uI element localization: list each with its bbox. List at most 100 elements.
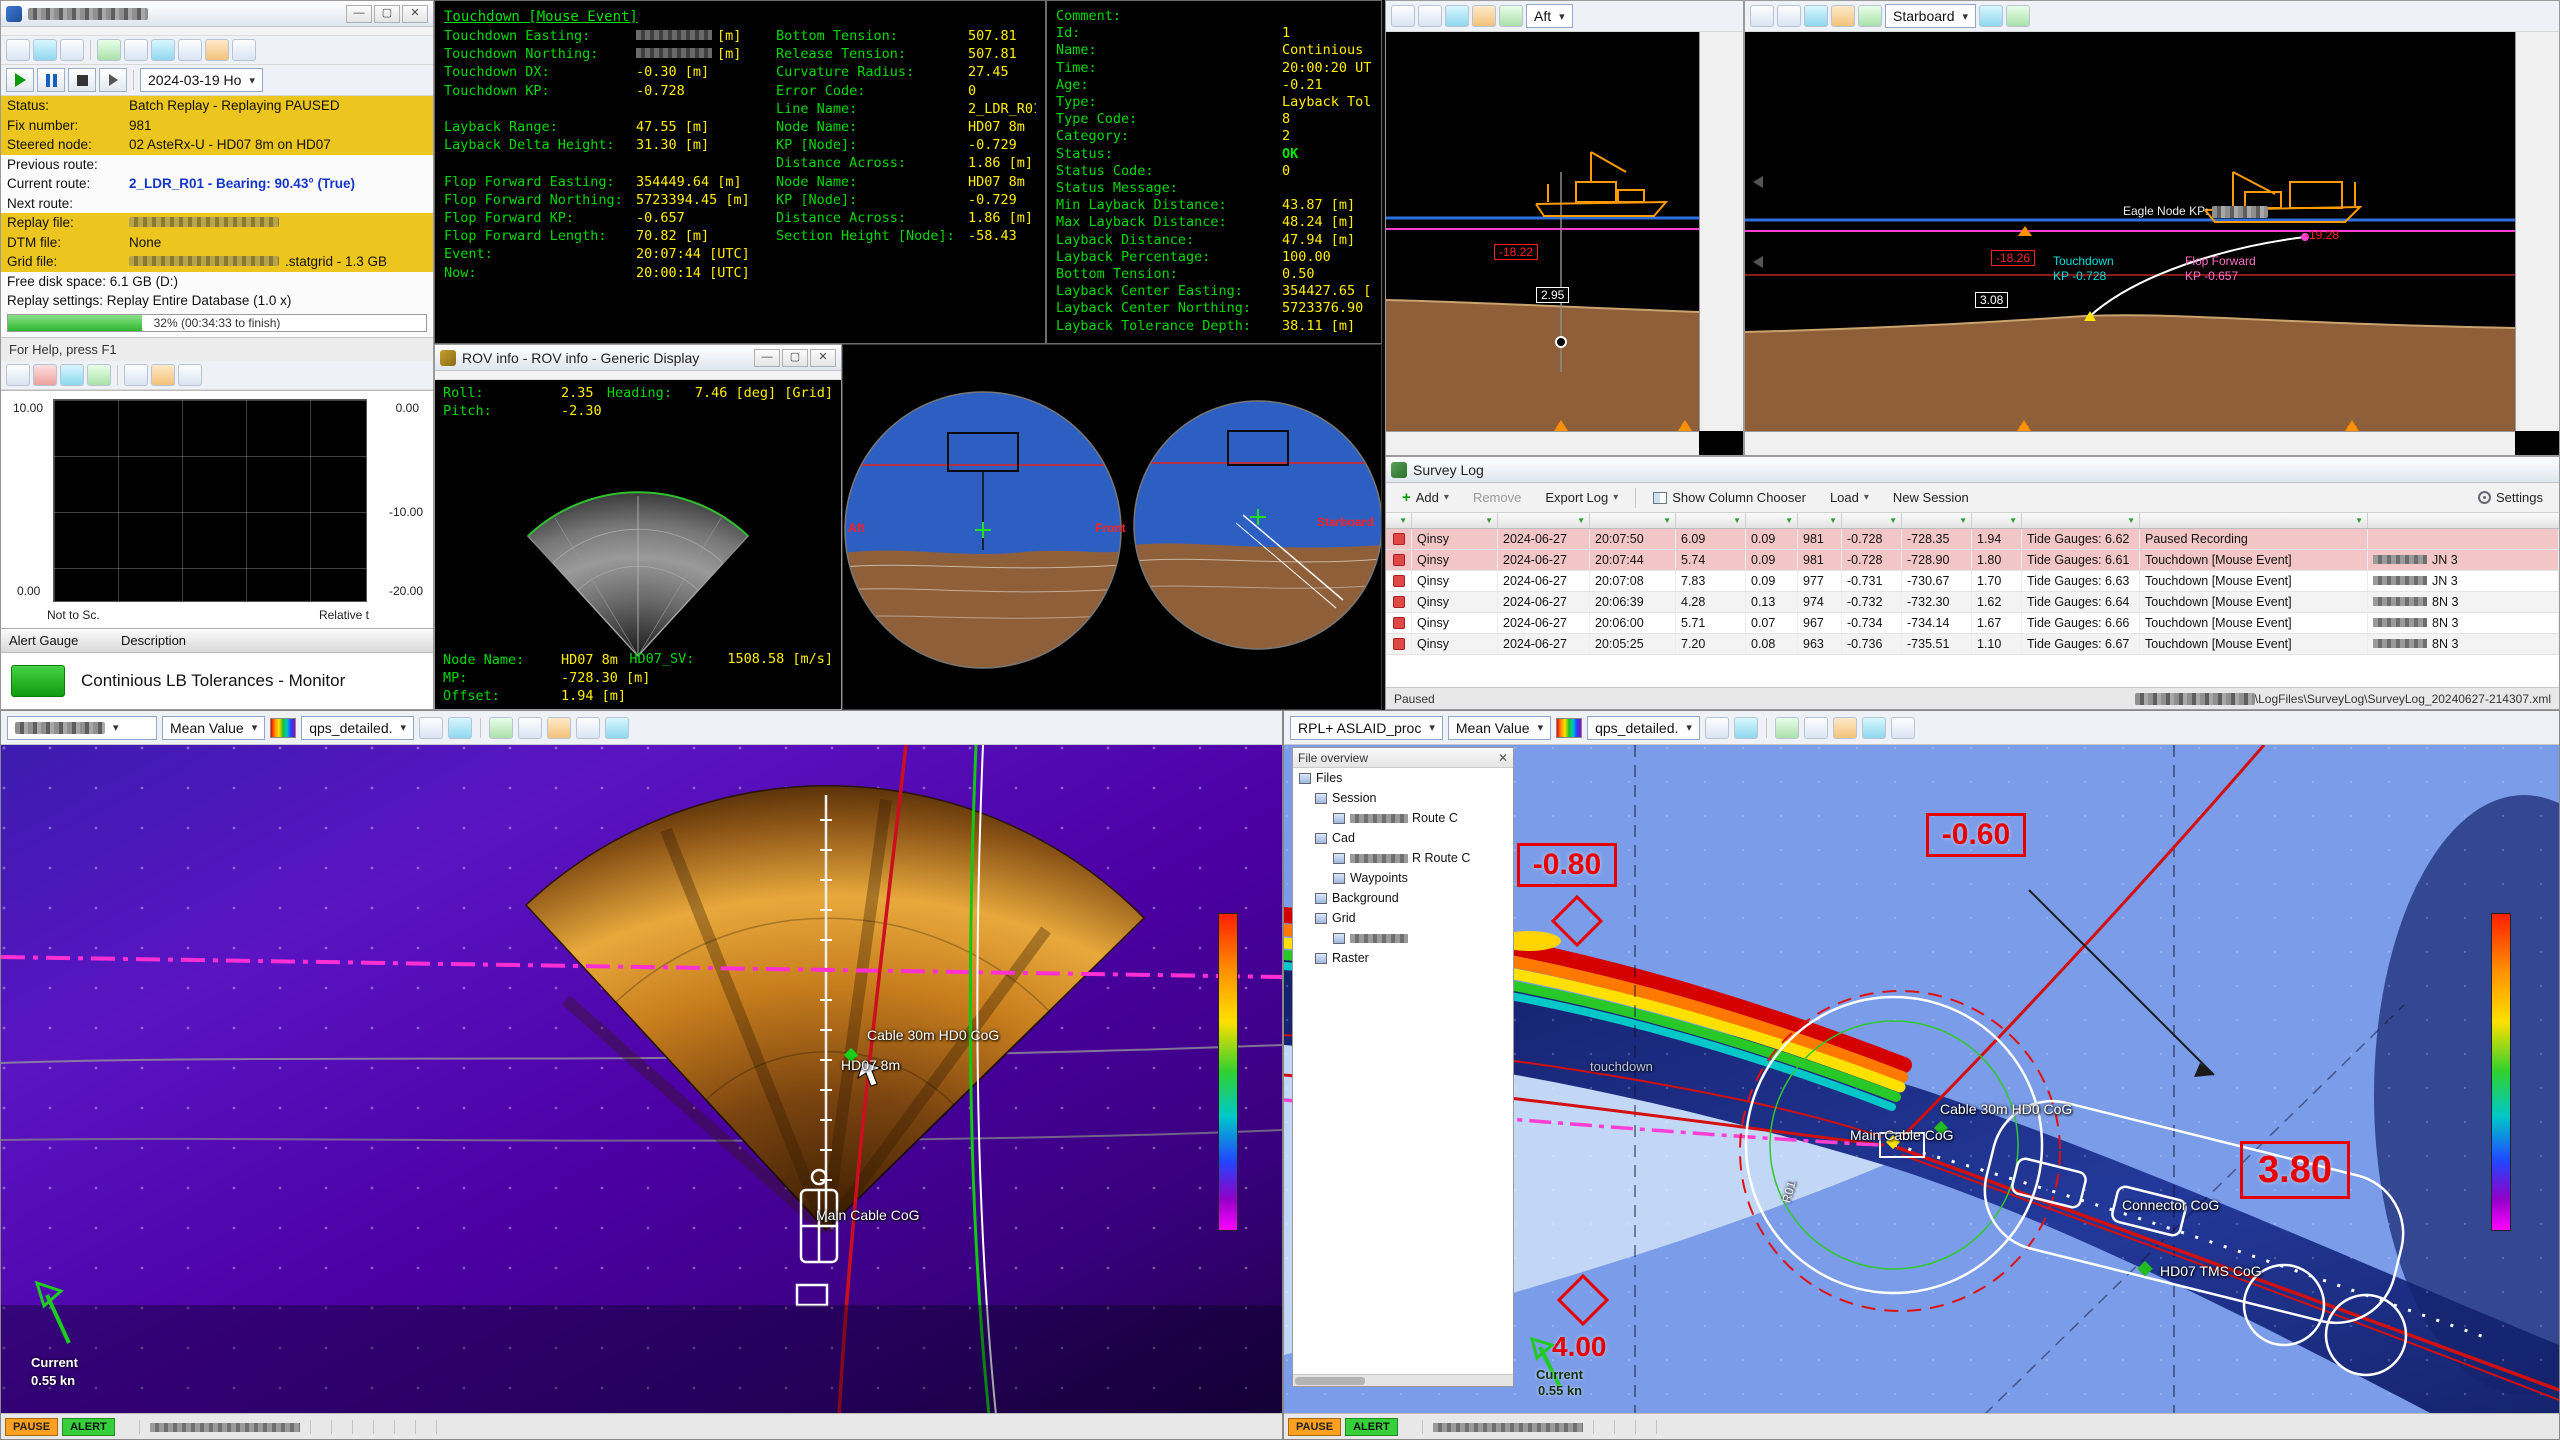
new-session-button[interactable]: New Session xyxy=(1883,487,1979,508)
ruler-icon[interactable] xyxy=(178,364,202,386)
tree-item[interactable]: Waypoints xyxy=(1293,868,1513,888)
layer-stat-select[interactable]: Mean Value xyxy=(162,716,265,740)
column-header[interactable] xyxy=(1412,513,1498,528)
column-header[interactable] xyxy=(1386,513,1412,528)
draw-icon[interactable] xyxy=(419,717,443,739)
zoom-out-icon[interactable] xyxy=(1418,5,1442,27)
mapL-canvas[interactable]: Cable 30m HD0 CoG HD07 8m Main Cable CoG… xyxy=(1,745,1282,1413)
tree-item[interactable]: Grid xyxy=(1293,908,1513,928)
close-button[interactable]: ✕ xyxy=(402,5,428,23)
replay-progress-bar[interactable]: 32% (00:34:33 to finish) xyxy=(7,314,427,332)
globe-icon[interactable] xyxy=(605,717,629,739)
menu-item[interactable] xyxy=(459,373,477,377)
colormap-select[interactable]: qps_detailed. xyxy=(301,716,414,740)
record-icon[interactable] xyxy=(33,364,57,386)
view-direction-select[interactable]: Aft xyxy=(1526,4,1573,28)
stop-button[interactable] xyxy=(68,68,96,92)
survey-log-row[interactable]: Qinsy 2024-06-27 20:07:08 7.83 0.09 977 … xyxy=(1386,571,2559,592)
profileB-canvas[interactable]: Eagle Node KP: -18.26 3.08 Touchdown KP … xyxy=(1745,32,2559,455)
minimize-button[interactable]: — xyxy=(346,5,372,23)
ruler-icon[interactable] xyxy=(1891,717,1915,739)
marker-icon[interactable] xyxy=(1472,5,1496,27)
horizontal-scrollbar[interactable] xyxy=(1293,1374,1513,1386)
tree-item[interactable]: Session xyxy=(1293,788,1513,808)
target-icon[interactable] xyxy=(2006,5,2030,27)
show-column-chooser-button[interactable]: Show Column Chooser xyxy=(1643,487,1816,508)
column-header[interactable] xyxy=(1590,513,1676,528)
crosshair-icon[interactable] xyxy=(1804,717,1828,739)
new-icon[interactable] xyxy=(6,39,30,61)
survey-log-row[interactable]: Qinsy 2024-06-27 20:07:44 5.74 0.09 981 … xyxy=(1386,550,2559,571)
tree-item[interactable]: Background xyxy=(1293,888,1513,908)
tree-item[interactable]: Cad xyxy=(1293,828,1513,848)
file-overview-titlebar[interactable]: File overview ✕ xyxy=(1293,748,1513,768)
view-preset-select[interactable] xyxy=(7,716,157,740)
mapR-canvas[interactable]: -0.80 -0.60 3.80 4.00 touchdown Cable 30… xyxy=(1284,745,2559,1413)
tree-item[interactable] xyxy=(1293,928,1513,948)
step-button[interactable] xyxy=(99,68,127,92)
pause-button[interactable] xyxy=(37,68,65,92)
settings-button[interactable]: Settings xyxy=(2468,487,2553,508)
rov-titlebar[interactable]: ROV info - ROV info - Generic Display — … xyxy=(435,345,841,371)
menu-item[interactable] xyxy=(65,29,83,33)
export-log-button[interactable]: Export Log xyxy=(1535,487,1628,508)
profileA-canvas[interactable]: -18.22 2.95 xyxy=(1386,32,1743,455)
open-icon[interactable] xyxy=(33,39,57,61)
tension-graph-panel[interactable]: 10.00 0.00 0.00 -10.00 -20.00 Not to Sc.… xyxy=(1,390,433,629)
column-header[interactable] xyxy=(1746,513,1798,528)
menu-item[interactable] xyxy=(25,29,43,33)
minimize-button[interactable]: — xyxy=(754,349,780,367)
pan-icon[interactable] xyxy=(1804,5,1828,27)
zoom-out-icon[interactable] xyxy=(1777,5,1801,27)
zoom-in-icon[interactable] xyxy=(1750,5,1774,27)
menu-item[interactable] xyxy=(45,29,63,33)
column-header[interactable] xyxy=(1972,513,2022,528)
menu-item[interactable] xyxy=(145,29,163,33)
menu-item[interactable] xyxy=(479,373,497,377)
layer-stat-select[interactable]: Mean Value xyxy=(1448,716,1551,740)
tools-icon[interactable] xyxy=(232,39,256,61)
save-icon[interactable] xyxy=(60,39,84,61)
grid-icon[interactable] xyxy=(178,39,202,61)
colormap-select[interactable]: qps_detailed. xyxy=(1587,716,1700,740)
palette-icon[interactable] xyxy=(1979,5,2003,27)
tree-item[interactable]: Route C xyxy=(1293,808,1513,828)
tree-item[interactable]: R Route C xyxy=(1293,848,1513,868)
graph-plot-area[interactable] xyxy=(53,399,367,603)
survey-log-row[interactable]: Qinsy 2024-06-27 20:07:50 6.09 0.09 981 … xyxy=(1386,529,2559,550)
view-preset-select[interactable]: RPL+ ASLAID_proc xyxy=(1290,716,1443,740)
column-header[interactable] xyxy=(2140,513,2368,528)
menu-item[interactable] xyxy=(85,29,103,33)
alert-row[interactable]: Continious LB Tolerances - Monitor xyxy=(1,653,433,709)
tree-item[interactable]: Files xyxy=(1293,768,1513,788)
flag-icon[interactable] xyxy=(205,39,229,61)
crosshair-icon[interactable] xyxy=(518,717,542,739)
anchor-icon[interactable] xyxy=(489,717,513,739)
draw-icon[interactable] xyxy=(1705,717,1729,739)
menu-item[interactable] xyxy=(5,29,23,33)
close-icon[interactable]: ✕ xyxy=(1498,751,1508,765)
menu-item[interactable] xyxy=(439,373,457,377)
menu-item[interactable] xyxy=(125,29,143,33)
load-button[interactable]: Load xyxy=(1820,487,1879,508)
colormap-icon[interactable] xyxy=(270,718,296,738)
settings-icon[interactable] xyxy=(97,39,121,61)
column-header[interactable] xyxy=(1902,513,1972,528)
globe-icon[interactable] xyxy=(1862,717,1886,739)
anchor-icon[interactable] xyxy=(1775,717,1799,739)
zoom-in-icon[interactable] xyxy=(1391,5,1415,27)
layers-icon[interactable] xyxy=(1858,5,1882,27)
ruler-icon[interactable] xyxy=(576,717,600,739)
tree-item[interactable]: Raster xyxy=(1293,948,1513,968)
rov-display[interactable]: Roll:2.35 Pitch:-2.30 Heading:7.46 [deg]… xyxy=(435,380,841,709)
maximize-button[interactable]: ▢ xyxy=(782,349,808,367)
survey-log-row[interactable]: Qinsy 2024-06-27 20:06:00 5.71 0.07 967 … xyxy=(1386,613,2559,634)
column-header[interactable] xyxy=(1676,513,1746,528)
cross-profile-dials-panel[interactable]: Aft Front Starboard xyxy=(842,344,1382,710)
menu-item[interactable] xyxy=(499,373,517,377)
view-direction-select[interactable]: Starboard xyxy=(1885,4,1976,28)
controller-titlebar[interactable]: — ▢ ✕ xyxy=(1,1,433,27)
chart-icon[interactable] xyxy=(151,39,175,61)
pan-icon[interactable] xyxy=(1445,5,1469,27)
play-button[interactable] xyxy=(6,68,34,92)
